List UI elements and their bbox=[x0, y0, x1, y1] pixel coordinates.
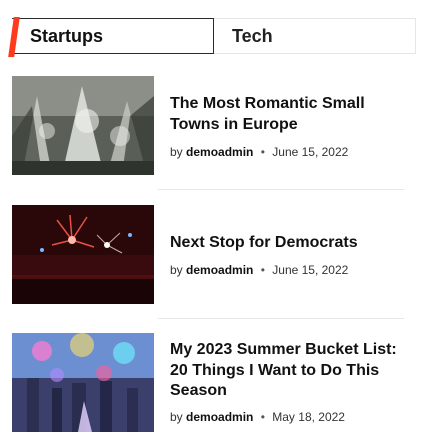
fireworks-image bbox=[12, 205, 154, 304]
post-date: May 18, 2022 bbox=[272, 410, 345, 424]
post-title[interactable]: The Most Romantic Small Towns in Europe bbox=[170, 94, 410, 135]
tab-startups-label: Startups bbox=[30, 26, 104, 46]
meta-separator: • bbox=[260, 145, 265, 159]
post-item: The Most Romantic Small Towns in Europe … bbox=[12, 76, 416, 186]
post-title[interactable]: Next Stop for Democrats bbox=[170, 233, 410, 254]
post-thumbnail[interactable] bbox=[12, 333, 154, 432]
post-author[interactable]: demoadmin bbox=[186, 145, 253, 159]
post-date: June 15, 2022 bbox=[272, 145, 349, 159]
post-title[interactable]: My 2023 Summer Bucket List: 20 Things I … bbox=[170, 340, 410, 402]
tab-tech[interactable]: Tech bbox=[214, 18, 416, 54]
post-thumbnail[interactable] bbox=[12, 205, 154, 304]
post-date: June 15, 2022 bbox=[272, 263, 349, 277]
post-divider bbox=[158, 189, 404, 190]
meta-separator: • bbox=[260, 410, 265, 424]
meta-separator: • bbox=[260, 263, 265, 277]
tab-tech-label: Tech bbox=[232, 26, 273, 46]
active-tab-indicator bbox=[8, 17, 20, 57]
post-meta: by demoadmin • May 18, 2022 bbox=[170, 410, 345, 424]
post-meta: by demoadmin • June 15, 2022 bbox=[170, 145, 348, 159]
category-tabs: Startups Tech bbox=[8, 17, 416, 57]
post-author[interactable]: demoadmin bbox=[186, 410, 253, 424]
festival-crowd-image bbox=[12, 333, 154, 432]
post-item: My 2023 Summer Bucket List: 20 Things I … bbox=[12, 333, 416, 432]
post-author[interactable]: demoadmin bbox=[186, 263, 253, 277]
post-meta: by demoadmin • June 15, 2022 bbox=[170, 263, 348, 277]
post-by-label: by bbox=[170, 263, 183, 277]
tab-startups[interactable]: Startups bbox=[8, 17, 214, 57]
post-thumbnail[interactable] bbox=[12, 76, 154, 175]
post-by-label: by bbox=[170, 145, 183, 159]
post-item: Next Stop for Democrats by demoadmin • J… bbox=[12, 205, 416, 304]
post-divider bbox=[158, 318, 404, 319]
post-by-label: by bbox=[170, 410, 183, 424]
frozen-trees-image bbox=[12, 76, 154, 175]
